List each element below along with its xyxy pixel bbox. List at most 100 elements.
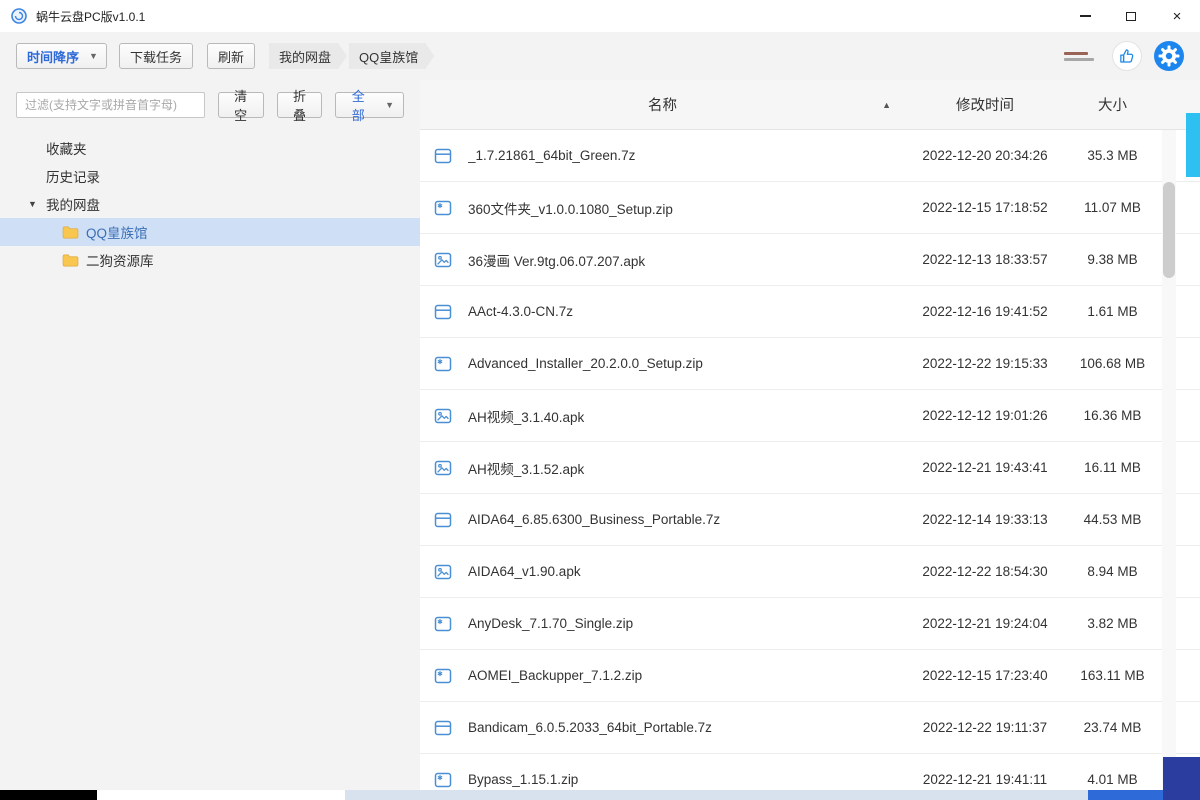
type-filter-dropdown[interactable]: 全部 ▼ [335,92,404,118]
file-name: AOMEI_Backupper_7.1.2.zip [468,668,905,683]
clear-filter-button[interactable]: 清空 [218,92,264,118]
file-size: 35.3 MB [1065,148,1160,163]
apk-file-icon [434,563,452,581]
7z-file-icon [434,147,452,165]
zip-file-icon [434,667,452,685]
file-size: 106.68 MB [1065,356,1160,371]
file-row[interactable]: AIDA64_6.85.6300_Business_Portable.7z202… [420,494,1200,546]
file-name: _1.7.21861_64bit_Green.7z [468,148,905,163]
promo-logo [1064,46,1100,66]
download-tasks-button[interactable]: 下载任务 [119,43,193,69]
zip-file-icon [434,771,452,789]
tree-item-favorites[interactable]: 收藏夹 [0,134,420,162]
breadcrumb-my-drive[interactable]: 我的网盘 [269,43,347,69]
file-row[interactable]: 360文件夹_v1.0.0.1080_Setup.zip2022-12-15 1… [420,182,1200,234]
settings-gear-icon[interactable] [1154,41,1184,71]
column-header-modified[interactable]: 修改时间 [905,94,1065,115]
filter-input[interactable] [16,92,205,118]
tree-item-label: 二狗资源库 [86,250,154,270]
file-row[interactable]: AnyDesk_7.1.70_Single.zip2022-12-21 19:2… [420,598,1200,650]
file-row[interactable]: _1.7.21861_64bit_Green.7z2022-12-20 20:3… [420,130,1200,182]
tree-item-history[interactable]: 历史记录 [0,162,420,190]
zip-file-icon [434,355,452,373]
7z-file-icon [434,719,452,737]
thumbs-up-icon[interactable] [1112,41,1142,71]
taskbar-blue-segment [1088,790,1163,800]
file-modified: 2022-12-22 19:11:37 [905,720,1065,735]
file-modified: 2022-12-14 19:33:13 [905,512,1065,527]
file-modified: 2022-12-21 19:43:41 [905,460,1065,475]
file-row[interactable]: Advanced_Installer_20.2.0.0_Setup.zip202… [420,338,1200,390]
minimize-button[interactable] [1062,0,1108,32]
scrollbar[interactable] [1162,130,1176,790]
apk-file-icon [434,407,452,425]
sort-order-button[interactable]: 时间降序 ▼ [16,43,107,69]
main-area: 清空 折叠 全部 ▼ 收藏夹历史记录▼我的网盘QQ皇族馆二狗资源库 名称 ▲ 修… [0,80,1200,790]
file-modified: 2022-12-16 19:41:52 [905,304,1065,319]
tree-item-ergou-folder[interactable]: 二狗资源库 [0,246,420,274]
chevron-down-icon: ▼ [385,100,394,110]
close-icon: × [1173,9,1182,24]
apk-file-icon [434,459,452,477]
tree-item-qq-royal-folder[interactable]: QQ皇族馆 [0,218,420,246]
table-header: 名称 ▲ 修改时间 大小 [420,80,1200,130]
column-header-name[interactable]: 名称 ▲ [420,94,905,115]
file-name: Bandicam_6.0.5.2033_64bit_Portable.7z [468,720,905,735]
file-row[interactable]: AAct-4.3.0-CN.7z2022-12-16 19:41:521.61 … [420,286,1200,338]
apk-file-icon [434,251,452,269]
7z-file-icon [434,303,452,321]
breadcrumb-current-folder[interactable]: QQ皇族馆 [349,43,434,69]
filter-row: 清空 折叠 全部 ▼ [0,80,420,126]
folder-tree: 收藏夹历史记录▼我的网盘QQ皇族馆二狗资源库 [0,134,420,274]
file-modified: 2022-12-13 18:33:57 [905,252,1065,267]
tree-item-label: 收藏夹 [46,138,87,158]
file-row[interactable]: AOMEI_Backupper_7.1.2.zip2022-12-15 17:2… [420,650,1200,702]
folder-icon [62,226,79,239]
refresh-button[interactable]: 刷新 [207,43,255,69]
file-row[interactable]: 36漫画 Ver.9tg.06.07.207.apk2022-12-13 18:… [420,234,1200,286]
zip-file-icon [434,199,452,217]
file-size: 4.01 MB [1065,772,1160,787]
scrollbar-thumb[interactable] [1163,182,1175,278]
tree-item-my-drive[interactable]: ▼我的网盘 [0,190,420,218]
file-modified: 2022-12-20 20:34:26 [905,148,1065,163]
file-panel: 名称 ▲ 修改时间 大小 _1.7.21861_64bit_Green.7z20… [420,80,1200,790]
file-size: 163.11 MB [1065,668,1160,683]
tree-item-label: 我的网盘 [46,194,100,214]
file-row[interactable]: AH视频_3.1.52.apk2022-12-21 19:43:4116.11 … [420,442,1200,494]
file-list: _1.7.21861_64bit_Green.7z2022-12-20 20:3… [420,130,1200,790]
minimize-icon [1080,15,1091,17]
close-button[interactable]: × [1154,0,1200,32]
column-header-size[interactable]: 大小 [1065,94,1160,115]
expand-arrow-icon[interactable]: ▼ [28,199,46,209]
chevron-down-icon: ▼ [89,51,98,61]
7z-file-icon [434,511,452,529]
file-modified: 2022-12-21 19:41:11 [905,772,1065,787]
collapse-button[interactable]: 折叠 [277,92,323,118]
taskbar-corner-block [1163,757,1200,800]
file-size: 16.36 MB [1065,408,1160,423]
file-size: 11.07 MB [1065,200,1160,215]
folder-icon [62,254,79,267]
file-row[interactable]: AIDA64_v1.90.apk2022-12-22 18:54:308.94 … [420,546,1200,598]
file-row[interactable]: Bandicam_6.0.5.2033_64bit_Portable.7z202… [420,702,1200,754]
file-row[interactable]: AH视频_3.1.40.apk2022-12-12 19:01:2616.36 … [420,390,1200,442]
file-name: AIDA64_6.85.6300_Business_Portable.7z [468,512,905,527]
taskbar-strip [345,790,1088,800]
app-logo-icon [10,7,28,25]
window-title: 蜗牛云盘PC版v1.0.1 [36,8,145,25]
toolbar: 时间降序 ▼ 下载任务 刷新 我的网盘 QQ皇族馆 [0,32,1200,80]
sort-asc-icon: ▲ [882,100,891,110]
maximize-icon [1126,12,1136,21]
file-size: 23.74 MB [1065,720,1160,735]
file-modified: 2022-12-15 17:23:40 [905,668,1065,683]
file-name: AH视频_3.1.52.apk [468,458,905,478]
maximize-button[interactable] [1108,0,1154,32]
file-size: 44.53 MB [1065,512,1160,527]
column-name-label: 名称 [648,94,677,115]
file-modified: 2022-12-22 18:54:30 [905,564,1065,579]
file-row[interactable]: Bypass_1.15.1.zip2022-12-21 19:41:114.01… [420,754,1200,790]
file-size: 1.61 MB [1065,304,1160,319]
file-name: AIDA64_v1.90.apk [468,564,905,579]
file-name: AH视频_3.1.40.apk [468,406,905,426]
